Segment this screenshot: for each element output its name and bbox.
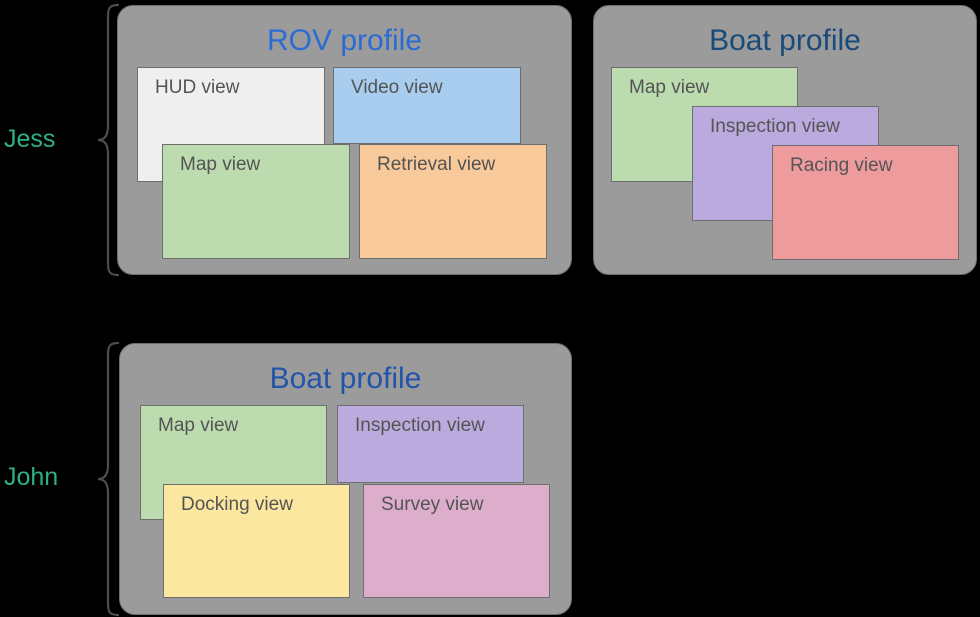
view-label-inspection-boat-jess: Inspection view (710, 116, 840, 137)
view-window-map[interactable]: Map view (162, 144, 350, 259)
view-window-docking[interactable]: Docking view (163, 484, 350, 598)
diagram-canvas: Jess ROV profile HUD view Video view Map… (0, 0, 980, 617)
profile-title-jess-rov: ROV profile (266, 24, 423, 57)
profile-panel-jess-rov[interactable]: ROV profile HUD view Video view Map view… (117, 5, 572, 275)
view-label-hud: HUD view (155, 77, 240, 98)
view-window-racing[interactable]: Racing view (772, 145, 959, 260)
profile-panel-jess-boat[interactable]: Boat profile Map view Inspection view Ra… (593, 5, 977, 275)
user-label-john: John (4, 463, 59, 491)
view-label-map: Map view (180, 154, 261, 175)
view-label-survey: Survey view (381, 494, 484, 515)
view-label-docking: Docking view (181, 494, 293, 515)
user-label-jess: Jess (4, 125, 56, 153)
grouping-brace-john (97, 341, 120, 617)
view-label-racing: Racing view (790, 155, 893, 176)
view-label-map-boat-john: Map view (158, 415, 239, 436)
view-label-retrieval: Retrieval view (377, 154, 496, 175)
view-label-video: Video view (351, 77, 443, 98)
view-window-video[interactable]: Video view (333, 67, 521, 144)
view-window-inspection-boat-john[interactable]: Inspection view (337, 405, 524, 483)
view-window-survey[interactable]: Survey view (363, 484, 550, 598)
view-label-map-boat-jess: Map view (629, 77, 710, 98)
profile-title-john-boat: Boat profile (269, 362, 422, 395)
grouping-brace-jess (97, 3, 120, 277)
profile-title-jess-boat: Boat profile (709, 24, 861, 57)
view-label-inspection-boat-john: Inspection view (355, 415, 485, 436)
profile-panel-john-boat[interactable]: Boat profile Map view Inspection view Do… (119, 343, 572, 615)
view-window-retrieval[interactable]: Retrieval view (359, 144, 547, 259)
